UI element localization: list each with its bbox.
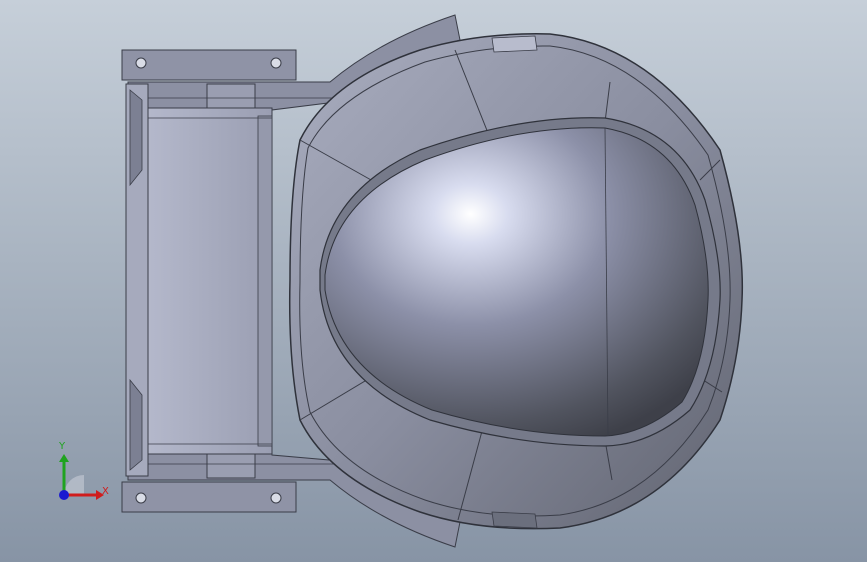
shell-rim-bottom xyxy=(491,511,538,529)
x-axis-label: X xyxy=(102,486,109,497)
flange-hole xyxy=(135,492,147,504)
model-render[interactable] xyxy=(0,0,867,562)
center-panel-rail xyxy=(257,115,273,447)
shell-rim-top xyxy=(491,35,538,53)
top-tab xyxy=(206,83,256,109)
graphics-viewport[interactable]: Y X xyxy=(0,0,867,562)
y-axis-label: Y xyxy=(59,441,66,452)
coordinate-triad: Y X xyxy=(44,440,114,510)
triad-graphic xyxy=(59,454,104,500)
bottom-tab xyxy=(206,453,256,479)
flange-hole xyxy=(270,57,282,69)
flange-hole xyxy=(135,57,147,69)
flange-hole xyxy=(270,492,282,504)
bottom-flange xyxy=(121,481,297,513)
z-axis-dot xyxy=(59,490,69,500)
top-flange xyxy=(121,49,297,81)
center-panel xyxy=(147,107,273,455)
